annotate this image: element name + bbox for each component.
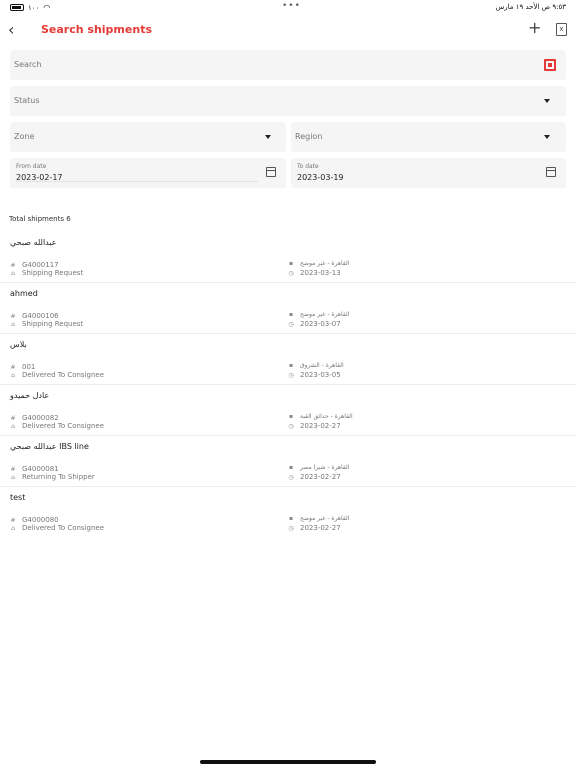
status-bar: ١٠٠ ◠ ••• ٩:٥٣ ص الأحد ١٩ مارس	[0, 0, 576, 14]
shipment-list: عبدالله صبحي # G4000117 ⌂ Shipping Request…	[0, 232, 576, 538]
clock-icon: ◷	[288, 524, 294, 532]
region-select[interactable]: Region	[291, 122, 566, 152]
shipment-row[interactable]: عبدالله صبحي # G4000117 ⌂ Shipping Request…	[0, 232, 576, 283]
shipment-status: Shipping Request	[22, 269, 84, 277]
consignee-name: ahmed	[10, 289, 38, 298]
shipment-location: القاهرة - غير موضح	[300, 311, 350, 318]
chevron-down-icon	[265, 135, 271, 139]
shipment-code: G4000080	[22, 516, 59, 524]
shipment-date: 2023-03-07	[300, 320, 341, 328]
shipment-code: G4000106	[22, 312, 59, 320]
to-date-field[interactable]: To date 2023-03-19	[291, 158, 566, 188]
region-placeholder: Region	[295, 132, 323, 141]
status-placeholder: Status	[14, 96, 40, 105]
hash-icon: #	[10, 363, 16, 371]
shipment-status: Returning To Shipper	[22, 473, 95, 481]
hash-icon: #	[10, 465, 16, 473]
chevron-down-icon	[544, 99, 550, 103]
shipment-date: 2023-02-27	[300, 422, 341, 430]
shipment-date: 2023-03-05	[300, 371, 341, 379]
shipment-location: القاهرة - غير موضح	[300, 515, 350, 522]
shipment-date: 2023-02-27	[300, 473, 341, 481]
zone-select[interactable]: Zone	[10, 122, 286, 152]
from-date-field[interactable]: From date 2023-02-17	[10, 158, 286, 188]
building-icon: ▪	[288, 311, 294, 318]
shipment-row[interactable]: عبدالله صبحي IBS line # G4000081 ⌂ Returni…	[0, 436, 576, 487]
consignee-name: عبدالله صبحي IBS line	[10, 442, 89, 451]
clock-icon: ◷	[288, 473, 294, 481]
clock-icon: ◷	[288, 320, 294, 328]
clock-icon: ◷	[288, 371, 294, 379]
shipment-location: القاهرة - غير موضح	[300, 260, 350, 267]
consignee-name: بلاس	[10, 340, 27, 349]
building-icon: ▪	[288, 260, 294, 267]
shipment-row[interactable]: بلاس #001 ⌂ Delivered To Consignee ▪ القاه…	[0, 334, 576, 385]
zone-placeholder: Zone	[14, 132, 35, 141]
battery-icon	[10, 4, 24, 11]
battery-level: ١٠٠	[28, 3, 40, 12]
status-left: ١٠٠ ◠	[10, 3, 50, 12]
hash-icon: #	[10, 414, 16, 422]
shipment-row[interactable]: test # G4000080 ⌂ Delivered To Consignee ▪…	[0, 487, 576, 538]
building-icon: ▪	[288, 515, 294, 522]
page-title: Search shipments	[41, 23, 152, 36]
consignee-name: عبدالله صبحي	[10, 238, 57, 247]
clock-icon: ◷	[288, 269, 294, 277]
hash-icon: #	[10, 312, 16, 320]
shipment-location: القاهرة - شبرا مصر	[300, 464, 350, 471]
shipment-location: القاهرة - حدائق القبة	[300, 413, 353, 420]
consignee-name: test	[10, 493, 26, 502]
plus-icon[interactable]: +	[528, 18, 541, 37]
shipment-date: 2023-02-27	[300, 524, 341, 532]
wifi-icon: ◠	[43, 3, 51, 12]
status-select[interactable]: Status	[10, 86, 566, 116]
shipment-date: 2023-03-13	[300, 269, 341, 277]
to-date-label: To date	[297, 163, 319, 170]
search-input[interactable]: Search	[10, 50, 566, 80]
home-indicator[interactable]	[200, 760, 376, 764]
chevron-left-icon[interactable]: ‹	[8, 20, 14, 39]
calendar-icon[interactable]	[546, 167, 556, 177]
hash-icon: #	[10, 261, 16, 269]
hash-icon: #	[10, 516, 16, 524]
lock-icon: ⌂	[11, 422, 15, 430]
lock-icon: ⌂	[11, 473, 15, 481]
excel-file-icon[interactable]: x	[556, 23, 567, 36]
building-icon: ▪	[288, 413, 294, 420]
shipment-row[interactable]: عادل حميدو # G4000082 ⌂ Delivered To Consi…	[0, 385, 576, 436]
search-placeholder: Search	[14, 60, 42, 69]
chevron-down-icon	[544, 135, 550, 139]
consignee-name: عادل حميدو	[10, 391, 50, 400]
lock-icon: ⌂	[11, 269, 15, 277]
qr-scan-icon[interactable]	[544, 59, 556, 71]
building-icon: ▪	[288, 362, 294, 369]
shipment-status: Delivered To Consignee	[22, 422, 105, 430]
divider	[16, 181, 258, 182]
clock-icon: ◷	[288, 422, 294, 430]
app-header: ‹ Search shipments + x	[0, 14, 576, 46]
lock-icon: ⌂	[11, 320, 15, 328]
lock-icon: ⌂	[11, 524, 15, 532]
shipment-status: Shipping Request	[22, 320, 84, 328]
shipment-status: Delivered To Consignee	[22, 524, 105, 532]
shipment-code: G4000081	[22, 465, 59, 473]
shipment-code: G4000082	[22, 414, 59, 422]
shipment-code: G4000117	[22, 261, 59, 269]
shipment-row[interactable]: ahmed # G4000106 ⌂ Shipping Request ▪ القاه…	[0, 283, 576, 334]
shipment-code: 001	[22, 363, 36, 371]
building-icon: ▪	[288, 464, 294, 471]
shipment-status: Delivered To Consignee	[22, 371, 105, 379]
status-time-date: ٩:٥٣ ص الأحد ١٩ مارس	[495, 3, 566, 11]
total-shipments: Total shipments 6	[9, 215, 71, 223]
calendar-icon[interactable]	[266, 167, 276, 177]
lock-icon: ⌂	[11, 371, 15, 379]
multitask-dots[interactable]: •••	[282, 1, 301, 11]
shipment-location: القاهرة - الشروق	[300, 362, 344, 369]
to-date-value: 2023-03-19	[297, 173, 344, 182]
from-date-label: From date	[16, 163, 47, 170]
